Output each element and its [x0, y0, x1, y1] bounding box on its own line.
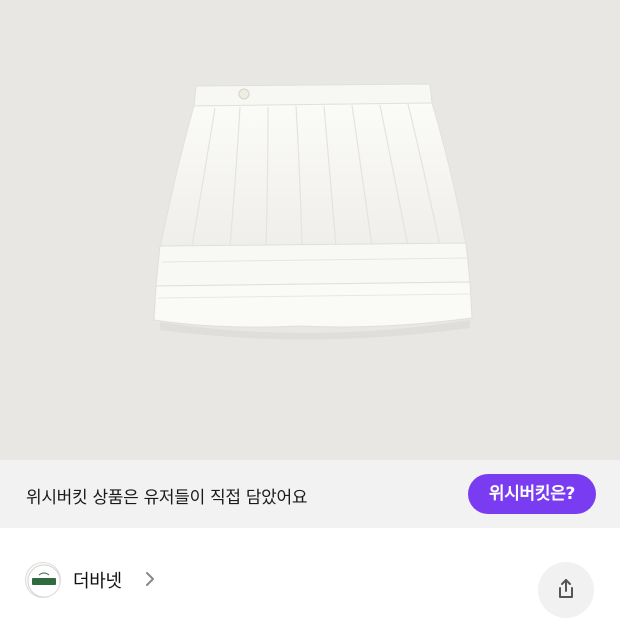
barnnet-logo	[27, 564, 60, 597]
wishbucket-banner-text: 위시버킷 상품은 유저들이 직접 담았어요	[26, 488, 308, 508]
chevron-right-icon[interactable]	[144, 571, 156, 587]
brand-logo[interactable]	[25, 562, 61, 598]
white-skirt-photo	[153, 83, 473, 340]
product-detail-page: 위시버킷 상품은 유저들이 직접 담았어요 위시버킷은? 더바넷	[0, 0, 620, 620]
product-image[interactable]	[0, 0, 620, 460]
brand-row: 더바넷	[0, 528, 620, 620]
wishbucket-info-button[interactable]: 위시버킷은?	[468, 474, 596, 514]
brand-name[interactable]: 더바넷	[73, 567, 122, 593]
wishbucket-banner: 위시버킷 상품은 유저들이 직접 담았어요 위시버킷은?	[0, 460, 620, 528]
product-title-fragment	[300, 612, 490, 620]
share-button[interactable]	[538, 562, 594, 618]
share-icon	[559, 579, 573, 598]
